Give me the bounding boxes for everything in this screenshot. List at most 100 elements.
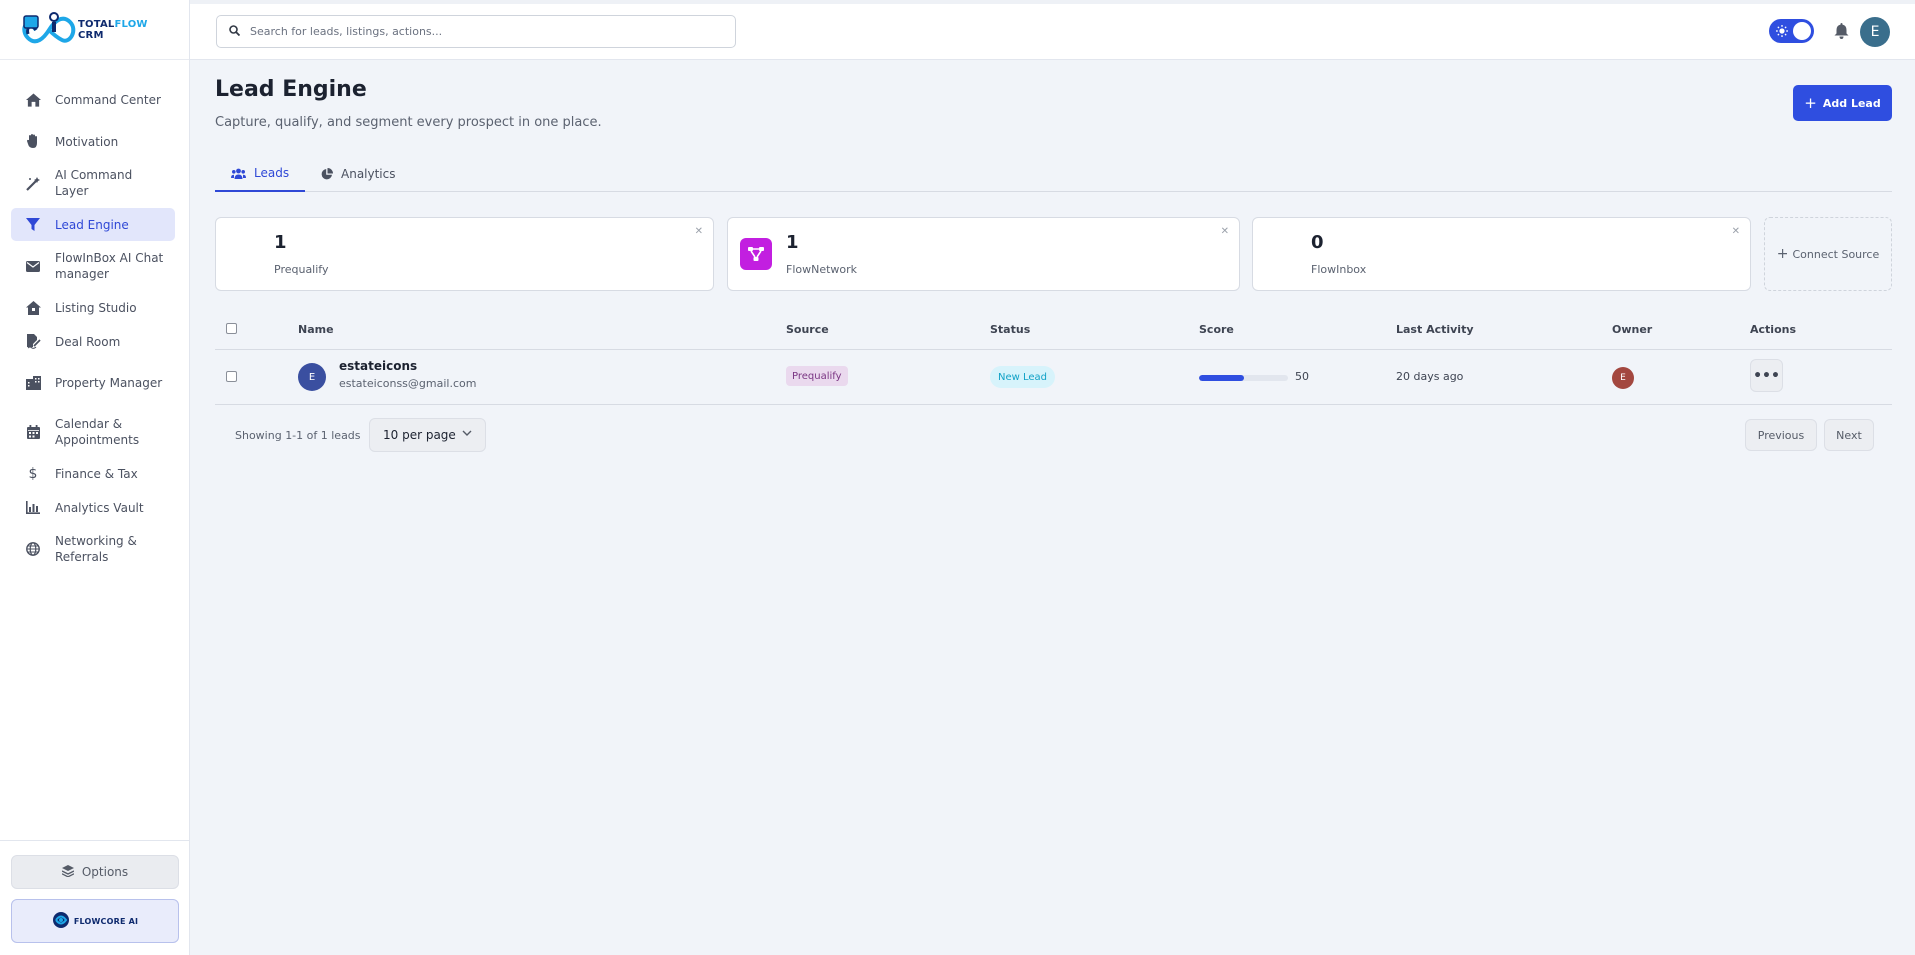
page-subtitle: Capture, qualify, and segment every pros… <box>215 115 602 130</box>
close-icon[interactable]: ✕ <box>1221 226 1229 237</box>
score-bar-fill <box>1199 375 1244 381</box>
flowcore-ai-button[interactable]: FLOWCORE AI <box>11 899 179 943</box>
options-label: Options <box>81 865 129 879</box>
layers-icon <box>61 864 75 880</box>
sidebar-item-label: Calendar & Appointments <box>55 417 140 447</box>
sidebar-item-label: Listing Studio <box>55 300 137 315</box>
column-header-name[interactable]: Name <box>298 323 334 336</box>
sidebar-item-analytics-vault[interactable]: Analytics Vault <box>11 491 175 524</box>
flowcore-label: FLOWCORE AI <box>73 916 139 926</box>
top-bar: E <box>190 0 1915 60</box>
calendar-icon <box>25 424 41 440</box>
plus-icon: + <box>1804 94 1817 112</box>
home-icon <box>25 92 41 108</box>
page-title: Lead Engine <box>215 77 367 102</box>
toggle-knob <box>1793 22 1811 40</box>
add-lead-button[interactable]: + Add Lead <box>1793 85 1892 121</box>
sidebar-item-label: Networking & Referrals <box>55 534 137 564</box>
sidebar-item-label: Lead Engine <box>55 217 129 232</box>
score-value: 50 <box>1295 370 1309 383</box>
lead-name[interactable]: estateicons <box>339 359 417 373</box>
file-signature-icon <box>25 334 41 350</box>
sidebar: TOTALFLOW CRM Command Center Motivation … <box>0 0 190 955</box>
house-icon <box>25 300 41 316</box>
tab-label: Analytics <box>341 167 396 181</box>
source-badge: Prequalify <box>786 366 848 386</box>
sidebar-item-finance[interactable]: $ Finance & Tax <box>11 457 175 490</box>
select-all-checkbox[interactable] <box>226 323 237 334</box>
chevron-down-icon <box>462 430 472 437</box>
lead-avatar: E <box>298 363 326 391</box>
score-bar <box>1199 375 1288 381</box>
tab-analytics[interactable]: Analytics <box>305 156 412 192</box>
column-header-status[interactable]: Status <box>990 323 1030 336</box>
sidebar-item-command-center[interactable]: Command Center <box>11 76 175 124</box>
sidebar-item-label: AI Command Layer <box>55 168 133 198</box>
hand-icon <box>25 134 41 150</box>
next-page-button[interactable]: Next <box>1824 419 1874 451</box>
sun-icon <box>1774 23 1790 39</box>
flownetwork-icon <box>740 238 772 270</box>
sidebar-item-lead-engine[interactable]: Lead Engine <box>11 208 175 241</box>
sidebar-item-deal-room[interactable]: Deal Room <box>11 325 175 358</box>
column-header-owner[interactable]: Owner <box>1612 323 1652 336</box>
source-label: FlowInbox <box>1311 263 1367 276</box>
brand-name: TOTALFLOW CRM <box>78 18 148 41</box>
source-card-flownetwork[interactable]: 1 FlowNetwork ✕ <box>727 217 1240 291</box>
tab-label: Leads <box>254 166 290 180</box>
table-row[interactable]: E estateicons estateiconss@gmail.com Pre… <box>215 350 1892 405</box>
brand-logo[interactable]: TOTALFLOW CRM <box>0 0 189 60</box>
theme-toggle[interactable] <box>1769 19 1814 43</box>
globe-icon <box>25 541 41 557</box>
per-page-select[interactable]: 10 per page <box>369 418 486 452</box>
users-icon <box>231 168 246 179</box>
close-icon[interactable]: ✕ <box>1732 226 1740 237</box>
row-checkbox[interactable] <box>226 371 237 382</box>
tab-bar: Leads Analytics <box>215 156 1892 192</box>
sidebar-item-label: FlowInBox AI Chat manager <box>55 251 164 281</box>
filter-icon <box>25 217 41 233</box>
tab-leads[interactable]: Leads <box>215 156 306 192</box>
per-page-value: 10 per page <box>383 428 456 442</box>
options-button[interactable]: Options <box>11 855 179 889</box>
pie-chart-icon <box>321 168 333 180</box>
search-box[interactable] <box>216 15 736 48</box>
status-badge: New Lead <box>990 366 1056 388</box>
sidebar-item-label: Command Center <box>55 93 161 107</box>
search-icon <box>229 24 241 39</box>
sidebar-item-ai-command-layer[interactable]: AI Command Layer <box>11 159 175 207</box>
column-header-source[interactable]: Source <box>786 323 829 336</box>
sidebar-item-listing-studio[interactable]: Listing Studio <box>11 291 175 324</box>
showing-count: Showing 1-1 of 1 leads <box>235 429 361 442</box>
previous-page-button[interactable]: Previous <box>1745 419 1817 451</box>
envelope-icon <box>25 258 41 274</box>
column-header-last-activity[interactable]: Last Activity <box>1396 323 1474 336</box>
notifications-bell-icon[interactable] <box>1831 20 1851 42</box>
sidebar-item-flowinbox[interactable]: FlowInBox AI Chat manager <box>11 242 175 290</box>
close-icon[interactable]: ✕ <box>695 226 703 237</box>
source-card-prequalify[interactable]: 1 Prequalify ✕ <box>215 217 714 291</box>
row-actions-button[interactable]: ••• <box>1750 359 1783 392</box>
source-card-flowinbox[interactable]: 0 FlowInbox ✕ <box>1252 217 1751 291</box>
sidebar-item-motivation[interactable]: Motivation <box>11 125 175 158</box>
user-avatar[interactable]: E <box>1860 17 1890 47</box>
connect-source-button[interactable]: + Connect Source <box>1764 217 1892 291</box>
sidebar-item-networking[interactable]: Networking & Referrals <box>11 525 175 573</box>
pagination-bar: Showing 1-1 of 1 leads 10 per page Previ… <box>215 418 1892 452</box>
add-lead-label: Add Lead <box>1822 96 1881 110</box>
sidebar-item-property-manager[interactable]: Property Manager <box>11 359 175 407</box>
search-input[interactable] <box>250 25 710 38</box>
sidebar-nav: Command Center Motivation AI Command Lay… <box>0 60 189 573</box>
magic-wand-icon <box>25 175 41 191</box>
logo-icon <box>18 8 80 52</box>
source-count: 1 <box>274 232 287 253</box>
source-count: 0 <box>1311 232 1324 253</box>
column-header-score[interactable]: Score <box>1199 323 1234 336</box>
sidebar-item-label: Deal Room <box>55 334 121 349</box>
lead-email: estateiconss@gmail.com <box>339 377 477 390</box>
sidebar-item-calendar[interactable]: Calendar & Appointments <box>11 408 175 456</box>
sidebar-footer: Options FLOWCORE AI <box>0 840 190 955</box>
sidebar-item-label: Property Manager <box>55 376 163 390</box>
table-header: Name Source Status Score Last Activity O… <box>215 310 1892 350</box>
chart-icon <box>25 500 41 516</box>
